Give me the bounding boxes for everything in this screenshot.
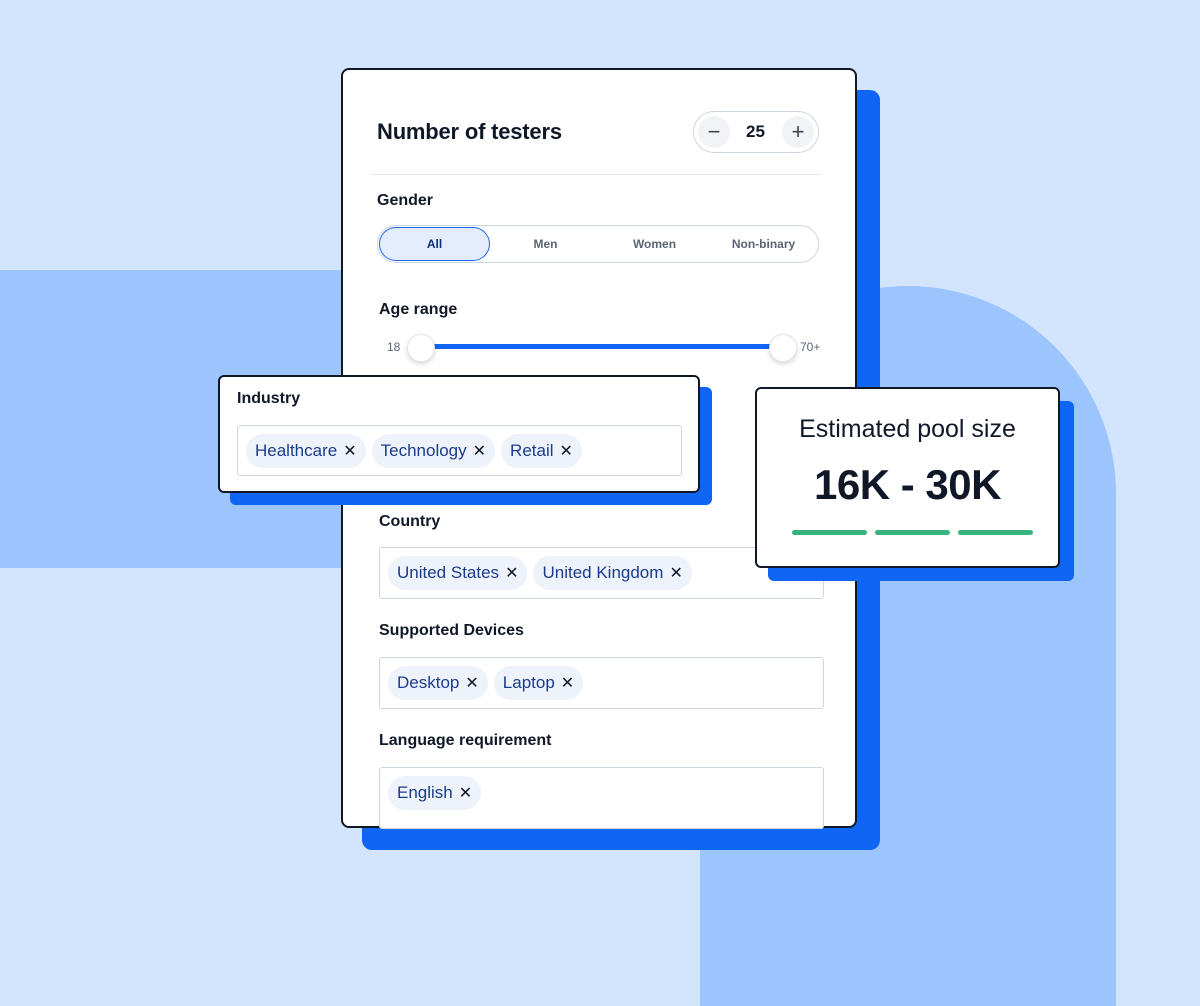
remove-icon[interactable]: ✕ [473, 441, 486, 461]
testers-title: Number of testers [377, 119, 562, 144]
gender-option-all[interactable]: All [379, 227, 490, 261]
age-min-label: 18 [387, 340, 401, 354]
chip-united-kingdom: United Kingdom ✕ [533, 556, 692, 590]
remove-icon[interactable]: ✕ [343, 441, 356, 461]
remove-icon[interactable]: ✕ [505, 563, 518, 583]
gender-label: Gender [377, 192, 434, 209]
pool-size-indicator [792, 530, 1033, 535]
remove-icon[interactable]: ✕ [561, 673, 574, 693]
remove-icon[interactable]: ✕ [669, 563, 682, 583]
remove-icon[interactable]: ✕ [459, 783, 472, 803]
country-label: Country [379, 513, 441, 530]
divider [371, 174, 821, 175]
testers-count: 25 [746, 122, 765, 141]
pool-indicator-bar [875, 530, 950, 535]
industry-card: Industry Healthcare ✕ Technology ✕ Retai… [218, 375, 700, 493]
testers-row: Number of testers − 25 + [377, 110, 819, 154]
remove-icon[interactable]: ✕ [560, 441, 573, 461]
devices-field[interactable]: Desktop ✕ Laptop ✕ [379, 657, 824, 709]
age-max-label: 70+ [800, 340, 821, 354]
pool-size-card: Estimated pool size 16K - 30K [755, 387, 1060, 568]
age-max-handle[interactable] [769, 334, 797, 362]
chip-healthcare: Healthcare ✕ [246, 433, 366, 468]
chip-desktop: Desktop ✕ [388, 666, 488, 700]
age-range-track[interactable] [421, 344, 783, 349]
chip-label: United Kingdom [542, 563, 664, 582]
increment-button[interactable]: + [782, 116, 814, 148]
gender-option-men[interactable]: Men [491, 226, 600, 262]
gender-option-women[interactable]: Women [600, 226, 709, 262]
chip-label: Laptop [502, 673, 555, 692]
chip-laptop: Laptop ✕ [493, 666, 584, 700]
age-range-label: Age range [379, 301, 458, 318]
remove-icon[interactable]: ✕ [465, 673, 478, 693]
pool-indicator-bar [792, 530, 867, 535]
testers-stepper: − 25 + [693, 111, 819, 153]
chip-label: United States [397, 563, 500, 582]
chip-united-states: United States ✕ [388, 556, 528, 590]
chip-technology: Technology ✕ [371, 433, 496, 468]
chip-retail: Retail ✕ [501, 433, 582, 468]
devices-label: Supported Devices [379, 622, 524, 639]
chip-english: English ✕ [388, 776, 482, 810]
gender-option-non-binary[interactable]: Non-binary [709, 226, 818, 262]
chip-label: Retail [510, 440, 554, 460]
pool-size-value: 16K - 30K [814, 461, 1001, 508]
gender-segmented-control: All Men Women Non-binary [377, 225, 819, 263]
industry-field[interactable]: Healthcare ✕ Technology ✕ Retail ✕ [237, 425, 682, 476]
chip-label: Healthcare [255, 440, 338, 460]
language-label: Language requirement [379, 732, 552, 749]
chip-label: English [397, 783, 453, 802]
age-min-handle[interactable] [407, 334, 435, 362]
industry-label: Industry [237, 390, 301, 407]
language-field[interactable]: English ✕ [379, 767, 824, 829]
chip-label: Desktop [397, 673, 460, 692]
decrement-button[interactable]: − [698, 116, 730, 148]
pool-size-title: Estimated pool size [799, 415, 1016, 443]
chip-label: Technology [380, 440, 467, 460]
pool-indicator-bar [958, 530, 1033, 535]
